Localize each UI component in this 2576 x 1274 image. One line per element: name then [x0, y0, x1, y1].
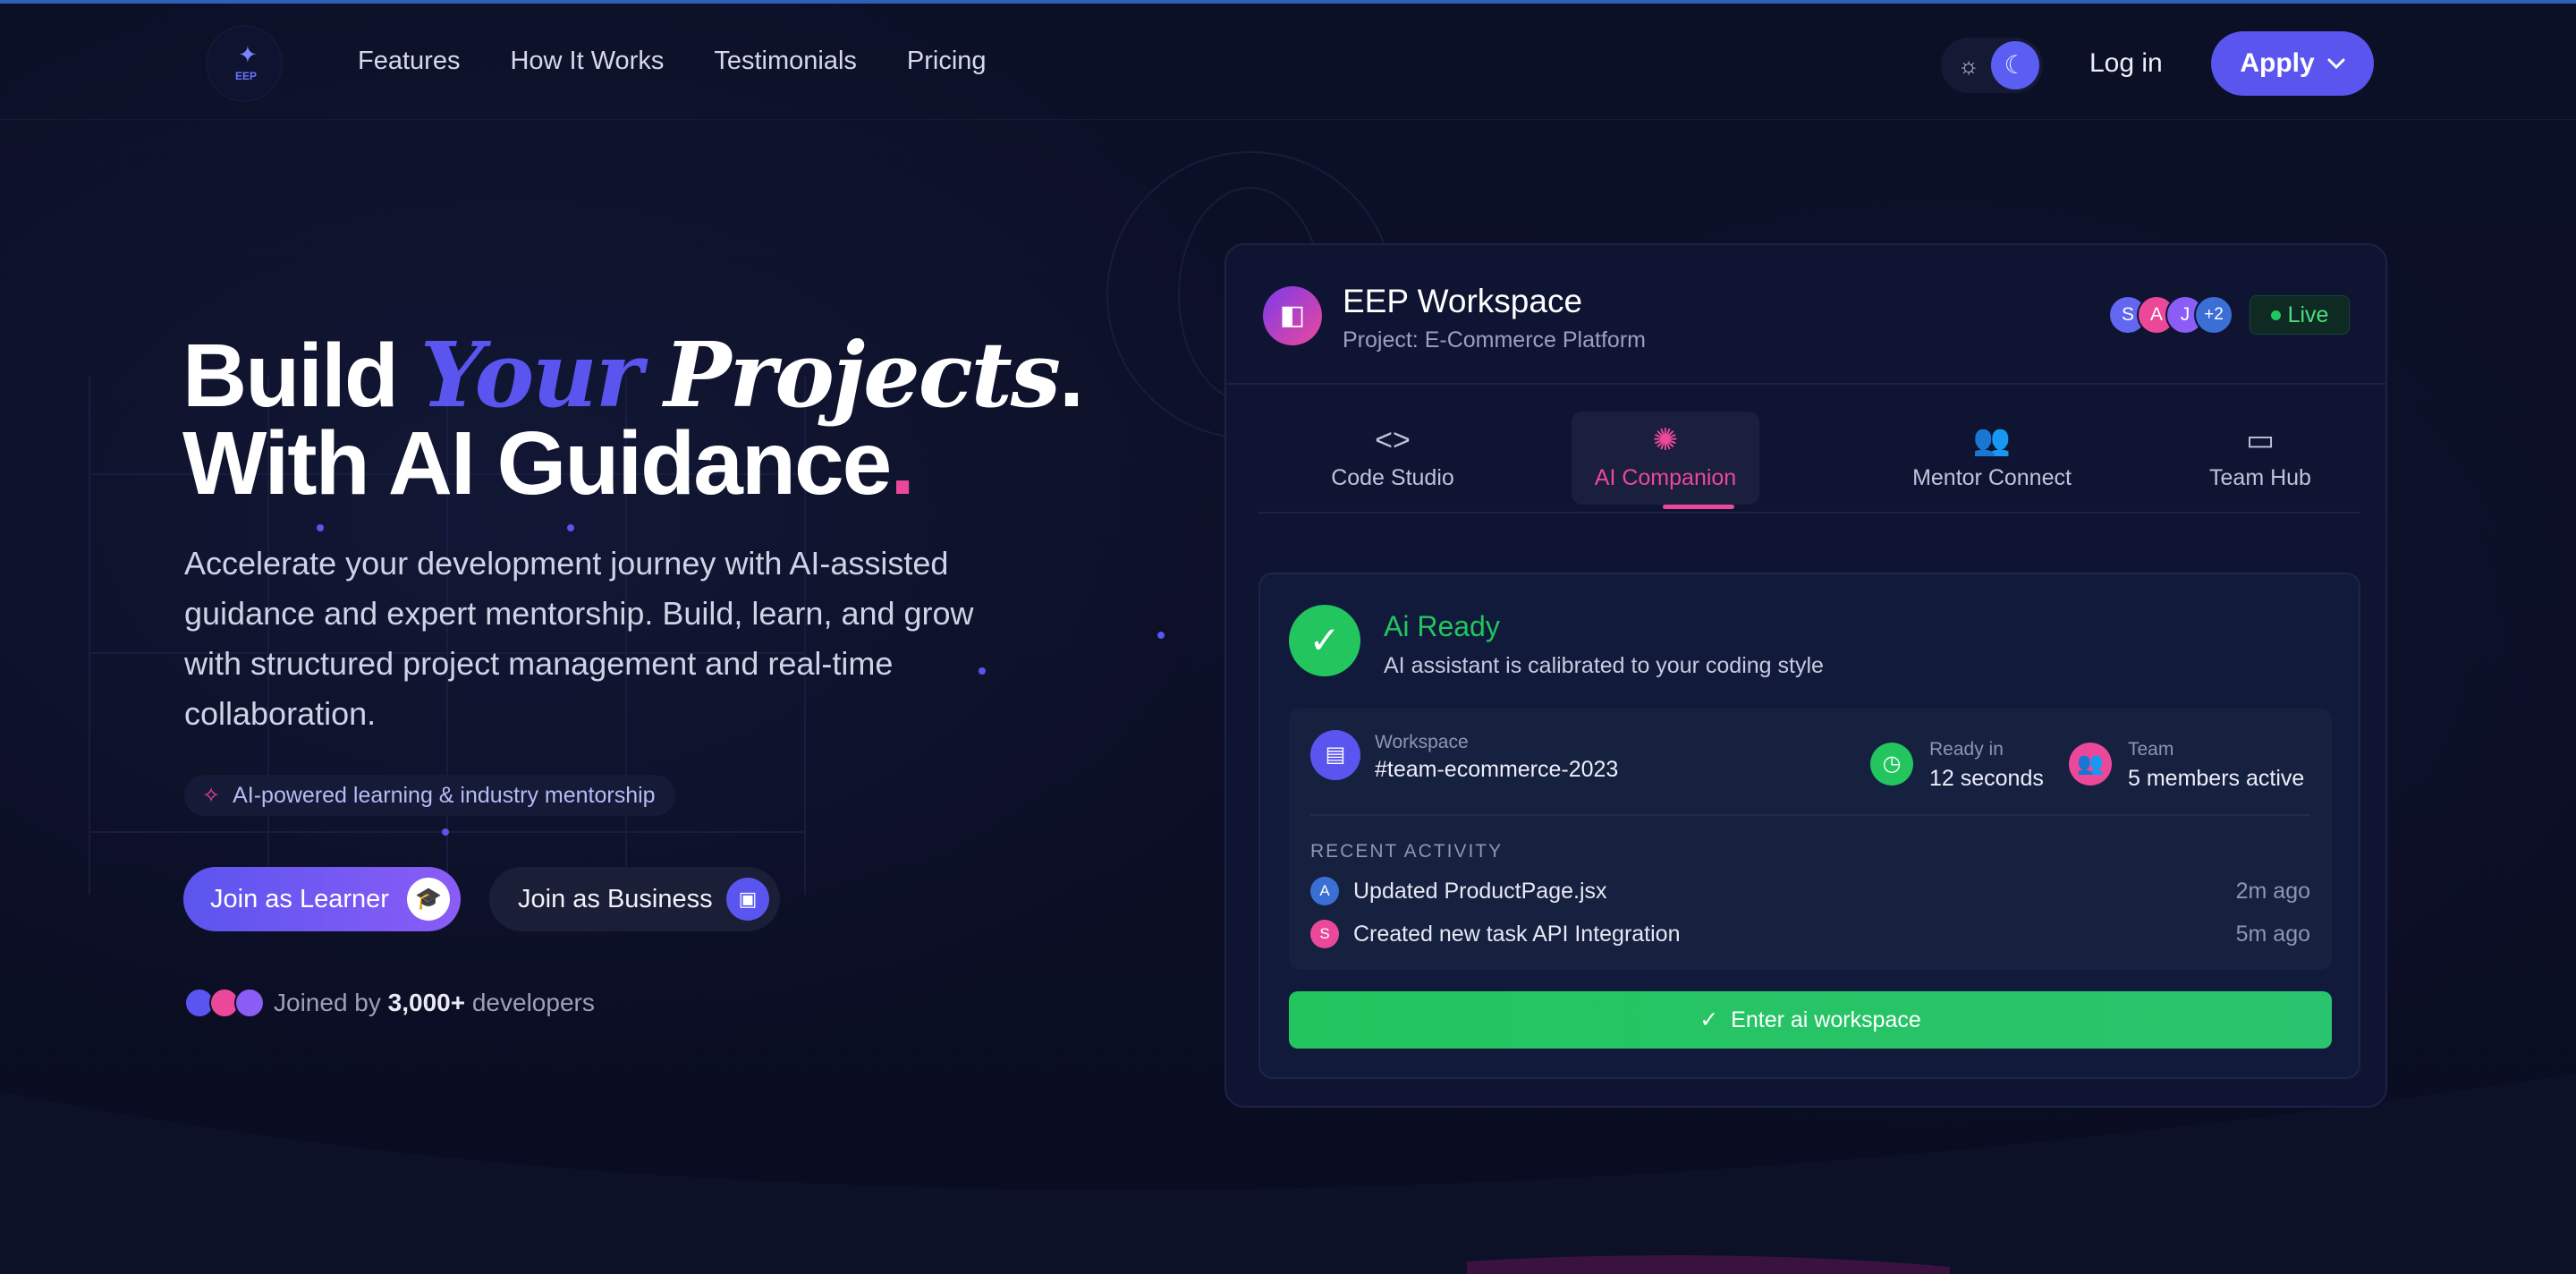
tab-label: Mentor Connect — [1912, 465, 2072, 490]
team-icon: 👥 — [2069, 743, 2112, 786]
hero-description: Accelerate your development journey with… — [184, 545, 974, 732]
workspace-label: Workspace — [1375, 732, 1469, 752]
avatar-group — [184, 988, 265, 1018]
team-value: 5 members active — [2128, 766, 2305, 791]
logo[interactable]: ✦ EEP — [206, 25, 283, 102]
tab-code-studio[interactable]: <> Code Studio — [1312, 412, 1473, 505]
recent-activity-heading: RECENT ACTIVITY — [1310, 841, 1504, 862]
live-label: Live — [2287, 302, 2329, 327]
workspace-title: EEP Workspace — [1343, 283, 1583, 319]
logo-text: EEP — [234, 70, 257, 82]
live-badge: Live — [2250, 295, 2350, 335]
moon-icon[interactable]: ☾ — [1991, 41, 2039, 89]
briefcase-icon: ▣ — [726, 878, 769, 921]
hero-title-period: . — [1059, 326, 1084, 426]
join-business-label: Join as Business — [518, 884, 713, 913]
tab-label: AI Companion — [1594, 465, 1737, 490]
member-avatars[interactable]: S A J +2 — [2108, 295, 2233, 335]
avatar: A — [1310, 877, 1339, 905]
sparkles-icon: ✧ — [202, 783, 221, 808]
hero-title-your: Your — [419, 322, 643, 428]
tab-mentor-connect[interactable]: 👥 Mentor Connect — [1885, 412, 2099, 505]
join-business-button[interactable]: Join as Business ▣ — [489, 867, 780, 931]
workspace-card: ◧ EEP Workspace Project: E-Commerce Plat… — [1224, 243, 2387, 1108]
feature-pill: ✧ AI-powered learning & industry mentors… — [184, 775, 675, 816]
workspace-details: ▤ Workspace #team-ecommerce-2023 ◷ Ready… — [1289, 709, 2332, 970]
nav-link-how-it-works[interactable]: How It Works — [510, 47, 664, 76]
join-learner-button[interactable]: Join as Learner 🎓 — [183, 867, 461, 931]
divider — [1310, 814, 2310, 816]
top-navigation: ✦ EEP Features How It Works Testimonials… — [0, 4, 2576, 120]
hero-title-line2: With AI Guidance — [182, 413, 892, 514]
avatar: S — [1310, 920, 1339, 948]
nav-link-features[interactable]: Features — [358, 47, 460, 76]
activity-text: Updated ProductPage.jsx — [1353, 878, 1607, 904]
file-icon: ▤ — [1310, 730, 1360, 780]
sidebar-panel-icon: ◧ — [1263, 286, 1322, 345]
tab-label: Team Hub — [2209, 465, 2311, 490]
status-subtitle: AI assistant is calibrated to your codin… — [1384, 653, 1824, 678]
graduation-cap-icon: 🎓 — [407, 878, 450, 921]
joined-text: Joined by 3,000+ developers — [274, 989, 595, 1017]
activity-time: 2m ago — [2235, 878, 2310, 904]
feature-pill-label: AI-powered learning & industry mentorshi… — [233, 782, 656, 808]
login-link[interactable]: Log in — [2089, 48, 2163, 79]
code-icon: <> — [1375, 423, 1411, 457]
social-proof: Joined by 3,000+ developers — [184, 988, 595, 1018]
nav-links: Features How It Works Testimonials Prici… — [358, 47, 987, 76]
live-dot-icon — [2270, 310, 2281, 320]
ai-companion-panel: ✓ Ai Ready AI assistant is calibrated to… — [1258, 573, 2360, 1079]
check-icon: ✓ — [1289, 605, 1360, 676]
hero-title-dot: . — [890, 413, 915, 514]
avatar-more: +2 — [2194, 295, 2233, 335]
sparkle-icon: ✦ — [238, 41, 258, 68]
clock-icon: ◷ — [1870, 743, 1913, 786]
enter-workspace-label: Enter ai workspace — [1731, 1006, 1921, 1032]
hero-title: Build Your Projects. With AI Guidance. — [182, 330, 1084, 508]
chevron-down-icon — [2327, 58, 2345, 70]
active-tab-indicator — [1663, 505, 1734, 509]
users-icon: 👥 — [1972, 423, 2012, 457]
activity-time: 5m ago — [2235, 921, 2310, 947]
hero-title-projects: Projects — [664, 322, 1061, 428]
workspace-subtitle: Project: E-Commerce Platform — [1343, 327, 1646, 352]
apply-label: Apply — [2240, 48, 2315, 78]
hero-title-build: Build — [182, 326, 399, 426]
tab-team-hub[interactable]: ▭ Team Hub — [2198, 412, 2323, 505]
activity-text: Created new task API Integration — [1353, 921, 1681, 947]
nav-link-pricing[interactable]: Pricing — [907, 47, 987, 76]
tab-label: Code Studio — [1331, 465, 1454, 490]
activity-item: S Created new task API Integration 5m ag… — [1310, 918, 2310, 950]
sun-icon[interactable]: ☼ — [1953, 50, 1984, 81]
enter-workspace-button[interactable]: ✓ Enter ai workspace — [1289, 991, 2332, 1049]
ready-label: Ready in — [1929, 739, 2004, 760]
avatar — [234, 988, 265, 1018]
chat-icon: ▭ — [2245, 423, 2275, 457]
ready-value: 12 seconds — [1929, 766, 2044, 791]
activity-item: A Updated ProductPage.jsx 2m ago — [1310, 875, 2310, 907]
join-learner-label: Join as Learner — [210, 884, 389, 913]
team-label: Team — [2128, 739, 2174, 760]
tab-ai-companion[interactable]: ✺ AI Companion — [1572, 412, 1759, 505]
status-title: Ai Ready — [1384, 610, 1500, 642]
joined-suffix: developers — [471, 989, 595, 1016]
workspace-header: ◧ EEP Workspace Project: E-Commerce Plat… — [1226, 245, 2385, 385]
brain-icon: ✺ — [1652, 423, 1679, 457]
check-icon: ✓ — [1699, 1007, 1719, 1032]
workspace-tabs: <> Code Studio ✺ AI Companion 👥 Mentor C… — [1258, 412, 2360, 514]
nav-link-testimonials[interactable]: Testimonials — [714, 47, 857, 76]
joined-count: 3,000+ — [387, 989, 466, 1016]
workspace-value: #team-ecommerce-2023 — [1375, 757, 1619, 782]
apply-button[interactable]: Apply — [2211, 31, 2374, 96]
joined-prefix: Joined by — [274, 989, 381, 1016]
theme-toggle[interactable]: ☼ ☾ — [1941, 38, 2043, 93]
